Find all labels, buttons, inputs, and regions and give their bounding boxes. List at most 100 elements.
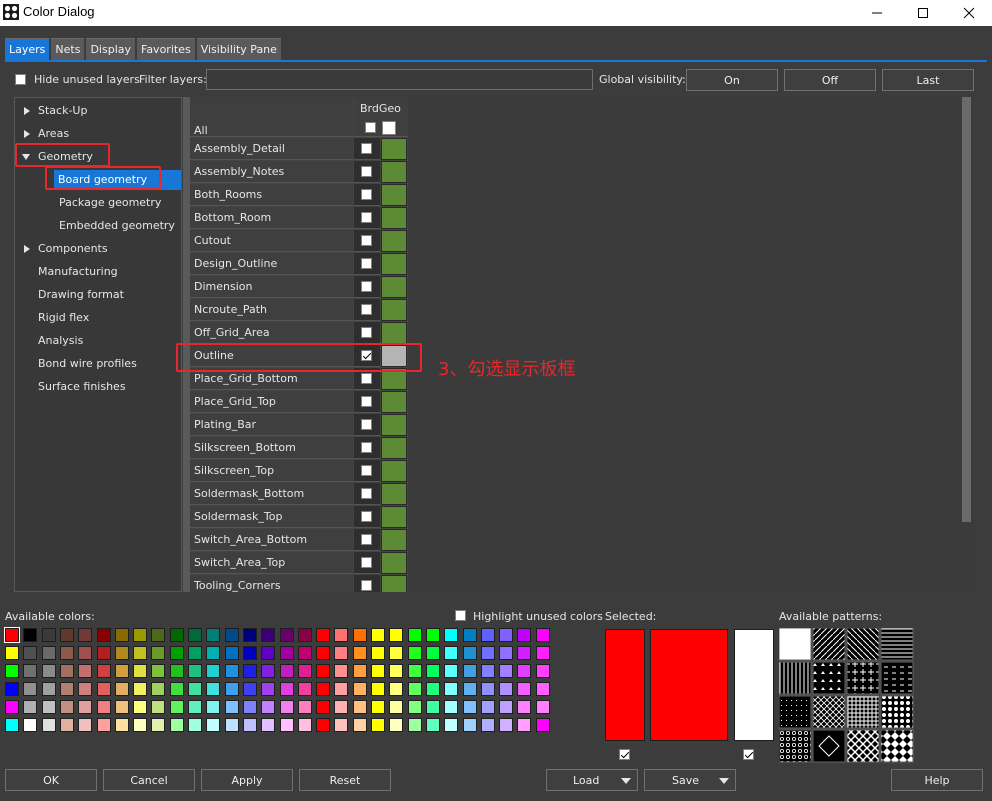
color-swatch[interactable] xyxy=(425,628,440,642)
color-swatch[interactable] xyxy=(334,646,349,660)
layer-name[interactable]: Ncroute_Path xyxy=(190,299,353,321)
help-button[interactable]: Help xyxy=(891,769,983,791)
color-swatch[interactable] xyxy=(78,628,93,642)
color-swatch[interactable] xyxy=(242,682,257,696)
color-swatch[interactable] xyxy=(316,682,331,696)
color-swatch[interactable] xyxy=(151,628,166,642)
collapsed-arrow-icon[interactable] xyxy=(24,107,30,115)
color-swatch[interactable] xyxy=(41,646,56,660)
color-swatch[interactable] xyxy=(535,700,550,714)
color-swatch[interactable] xyxy=(352,628,367,642)
color-swatch[interactable] xyxy=(480,664,495,678)
color-swatch[interactable] xyxy=(224,628,239,642)
minimize-button[interactable] xyxy=(854,0,900,26)
layer-visibility-checkbox[interactable] xyxy=(361,189,372,200)
color-swatch[interactable] xyxy=(114,700,129,714)
color-swatch[interactable] xyxy=(279,700,294,714)
layer-color-swatch[interactable] xyxy=(381,184,407,206)
all-visibility-checkbox[interactable] xyxy=(365,122,376,133)
color-swatch[interactable] xyxy=(23,700,38,714)
layer-name[interactable]: Assembly_Notes xyxy=(190,161,353,183)
color-swatch[interactable] xyxy=(316,700,331,714)
layer-visibility-checkbox[interactable] xyxy=(361,419,372,430)
color-swatch[interactable] xyxy=(425,646,440,660)
color-swatch[interactable] xyxy=(114,682,129,696)
color-swatch[interactable] xyxy=(389,700,404,714)
color-swatch[interactable] xyxy=(261,718,276,732)
grid-scrollbar[interactable] xyxy=(962,97,971,522)
color-swatch[interactable] xyxy=(169,646,184,660)
layer-name[interactable]: Silkscreen_Top xyxy=(190,460,353,482)
layer-visibility-checkbox[interactable] xyxy=(361,373,372,384)
color-swatch[interactable] xyxy=(151,682,166,696)
color-swatch[interactable] xyxy=(133,646,148,660)
color-swatch[interactable] xyxy=(151,664,166,678)
layer-color-swatch[interactable] xyxy=(381,322,407,344)
layer-color-swatch[interactable] xyxy=(381,161,407,183)
layer-name[interactable]: Switch_Area_Top xyxy=(190,552,353,574)
color-swatch[interactable] xyxy=(462,664,477,678)
layer-name[interactable]: Place_Grid_Top xyxy=(190,391,353,413)
color-swatch[interactable] xyxy=(114,628,129,642)
layer-color-swatch[interactable] xyxy=(381,460,407,482)
color-swatch[interactable] xyxy=(78,682,93,696)
layer-visibility-checkbox[interactable] xyxy=(361,442,372,453)
tree-item[interactable]: Stack-Up xyxy=(15,101,181,121)
color-swatch[interactable] xyxy=(261,664,276,678)
layer-visibility-checkbox[interactable] xyxy=(361,143,372,154)
layer-visibility-checkbox[interactable] xyxy=(361,166,372,177)
color-swatch[interactable] xyxy=(261,646,276,660)
layer-color-swatch[interactable] xyxy=(381,483,407,505)
layer-visibility-checkbox[interactable] xyxy=(361,534,372,545)
color-swatch[interactable] xyxy=(242,718,257,732)
color-swatch[interactable] xyxy=(133,700,148,714)
color-swatch[interactable] xyxy=(297,628,312,642)
layer-name[interactable]: Assembly_Detail xyxy=(190,138,353,160)
color-swatch[interactable] xyxy=(261,700,276,714)
color-swatch[interactable] xyxy=(297,682,312,696)
layer-visibility-checkbox[interactable] xyxy=(361,235,372,246)
color-swatch[interactable] xyxy=(224,646,239,660)
color-swatch[interactable] xyxy=(371,682,385,696)
color-swatch[interactable] xyxy=(188,700,202,714)
cancel-button[interactable]: Cancel xyxy=(103,769,195,791)
layer-name[interactable]: Design_Outline xyxy=(190,253,353,275)
color-swatch[interactable] xyxy=(59,628,74,642)
filter-layers-input[interactable] xyxy=(206,69,593,90)
color-swatch[interactable] xyxy=(5,718,19,732)
color-swatch[interactable] xyxy=(151,718,166,732)
color-swatch[interactable] xyxy=(407,628,422,642)
color-swatch[interactable] xyxy=(389,646,404,660)
layer-color-swatch[interactable] xyxy=(381,414,407,436)
color-swatch[interactable] xyxy=(444,700,459,714)
color-swatch[interactable] xyxy=(297,700,312,714)
color-swatch[interactable] xyxy=(517,682,532,696)
color-swatch[interactable] xyxy=(480,700,495,714)
collapsed-arrow-icon[interactable] xyxy=(24,245,30,253)
visibility-on-button[interactable]: On xyxy=(686,69,778,91)
color-swatch[interactable] xyxy=(96,664,111,678)
color-swatch[interactable] xyxy=(499,682,514,696)
tab-display[interactable]: Display xyxy=(86,38,135,60)
layer-color-swatch[interactable] xyxy=(381,575,407,592)
color-swatch[interactable] xyxy=(41,664,56,678)
tree-item[interactable]: Surface finishes xyxy=(15,377,181,397)
color-swatch[interactable] xyxy=(352,682,367,696)
color-swatch[interactable] xyxy=(5,700,19,714)
color-swatch[interactable] xyxy=(169,664,184,678)
color-swatch[interactable] xyxy=(96,682,111,696)
color-swatch[interactable] xyxy=(334,664,349,678)
color-swatch[interactable] xyxy=(499,628,514,642)
layer-visibility-checkbox[interactable] xyxy=(361,281,372,292)
color-swatch[interactable] xyxy=(206,664,221,678)
tab-nets[interactable]: Nets xyxy=(51,38,85,60)
selected-color-secondary[interactable] xyxy=(734,629,774,741)
layer-name[interactable]: Tooling_Corners xyxy=(190,575,353,592)
color-swatch[interactable] xyxy=(352,664,367,678)
color-swatch[interactable] xyxy=(41,700,56,714)
layer-color-swatch[interactable] xyxy=(381,253,407,275)
color-swatch[interactable] xyxy=(279,718,294,732)
visibility-off-button[interactable]: Off xyxy=(784,69,876,91)
tree-item[interactable]: Analysis xyxy=(15,331,181,351)
color-swatch[interactable] xyxy=(4,627,20,643)
